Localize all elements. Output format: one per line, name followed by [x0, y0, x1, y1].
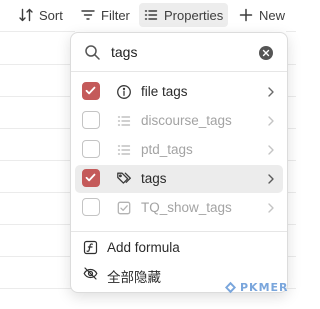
- properties-label: Properties: [164, 7, 224, 23]
- tags-icon: [117, 172, 131, 184]
- formula-icon: [83, 240, 98, 255]
- filter-label: Filter: [101, 7, 130, 23]
- hide-all-label: 全部隐藏: [107, 270, 161, 285]
- add-formula-label: Add formula: [107, 240, 180, 255]
- watermark: PKMER: [224, 278, 289, 296]
- property-row-file-tags[interactable]: file tags: [75, 78, 283, 106]
- chevron-right-icon: [268, 203, 274, 213]
- property-checkbox[interactable]: [82, 82, 100, 100]
- row-divider: [0, 192, 75, 193]
- plus-icon: [239, 8, 253, 22]
- sort-label: Sort: [39, 7, 63, 23]
- property-checkbox[interactable]: [82, 111, 100, 129]
- properties-button[interactable]: Properties: [139, 3, 229, 27]
- new-label: New: [259, 7, 286, 23]
- table-background-left: [0, 0, 75, 309]
- row-divider: [0, 256, 75, 257]
- filter-icon: [81, 10, 95, 20]
- view-toolbar: Sort Filter Properties New: [0, 0, 296, 30]
- property-label: ptd_tags: [141, 142, 193, 157]
- search-input[interactable]: [111, 42, 251, 62]
- checkbox-icon: [117, 201, 131, 215]
- eye-off-icon: [83, 267, 98, 280]
- chevron-right-icon: [268, 87, 274, 97]
- watermark-text: PKMER: [240, 280, 289, 294]
- properties-dropdown: file tags discourse_tags ptd_tags: [70, 32, 288, 293]
- chevron-right-icon: [268, 116, 274, 126]
- row-divider: [0, 160, 75, 161]
- new-button[interactable]: New: [238, 3, 285, 27]
- pkmer-logo-icon: [225, 281, 236, 293]
- chevron-right-icon: [268, 145, 274, 155]
- property-row-discourse-tags[interactable]: discourse_tags: [75, 107, 283, 135]
- checkmark-icon: [85, 86, 96, 95]
- property-label: discourse_tags: [141, 113, 232, 128]
- filter-button[interactable]: Filter: [80, 3, 130, 27]
- info-icon: [117, 85, 131, 99]
- row-divider: [0, 96, 75, 97]
- property-row-tags[interactable]: tags: [75, 165, 283, 193]
- property-label: tags: [141, 171, 167, 186]
- property-row-ptd-tags[interactable]: ptd_tags: [75, 136, 283, 164]
- row-divider: [0, 288, 75, 289]
- sort-button[interactable]: Sort: [18, 3, 63, 27]
- divider: [71, 231, 287, 232]
- property-label: file tags: [141, 84, 188, 99]
- row-divider: [0, 31, 75, 32]
- property-checkbox[interactable]: [82, 198, 100, 216]
- property-search: [71, 33, 287, 71]
- clear-search-button[interactable]: [259, 46, 273, 60]
- row-divider: [0, 224, 75, 225]
- search-icon: [85, 45, 100, 60]
- divider: [71, 71, 287, 72]
- list-icon: [117, 145, 131, 155]
- checkmark-icon: [85, 173, 96, 182]
- add-formula-button[interactable]: Add formula: [75, 236, 283, 260]
- list-icon: [117, 116, 131, 126]
- property-checkbox[interactable]: [82, 140, 100, 158]
- property-row-tq-show-tags[interactable]: TQ_show_tags: [75, 194, 283, 222]
- row-divider: [0, 64, 75, 65]
- sort-icon: [19, 8, 33, 22]
- row-divider: [0, 128, 75, 129]
- row-divider: [286, 31, 296, 32]
- chevron-right-icon: [268, 174, 274, 184]
- list-icon: [144, 10, 158, 20]
- property-label: TQ_show_tags: [141, 200, 232, 215]
- property-checkbox[interactable]: [82, 169, 100, 187]
- clear-icon: [262, 49, 270, 57]
